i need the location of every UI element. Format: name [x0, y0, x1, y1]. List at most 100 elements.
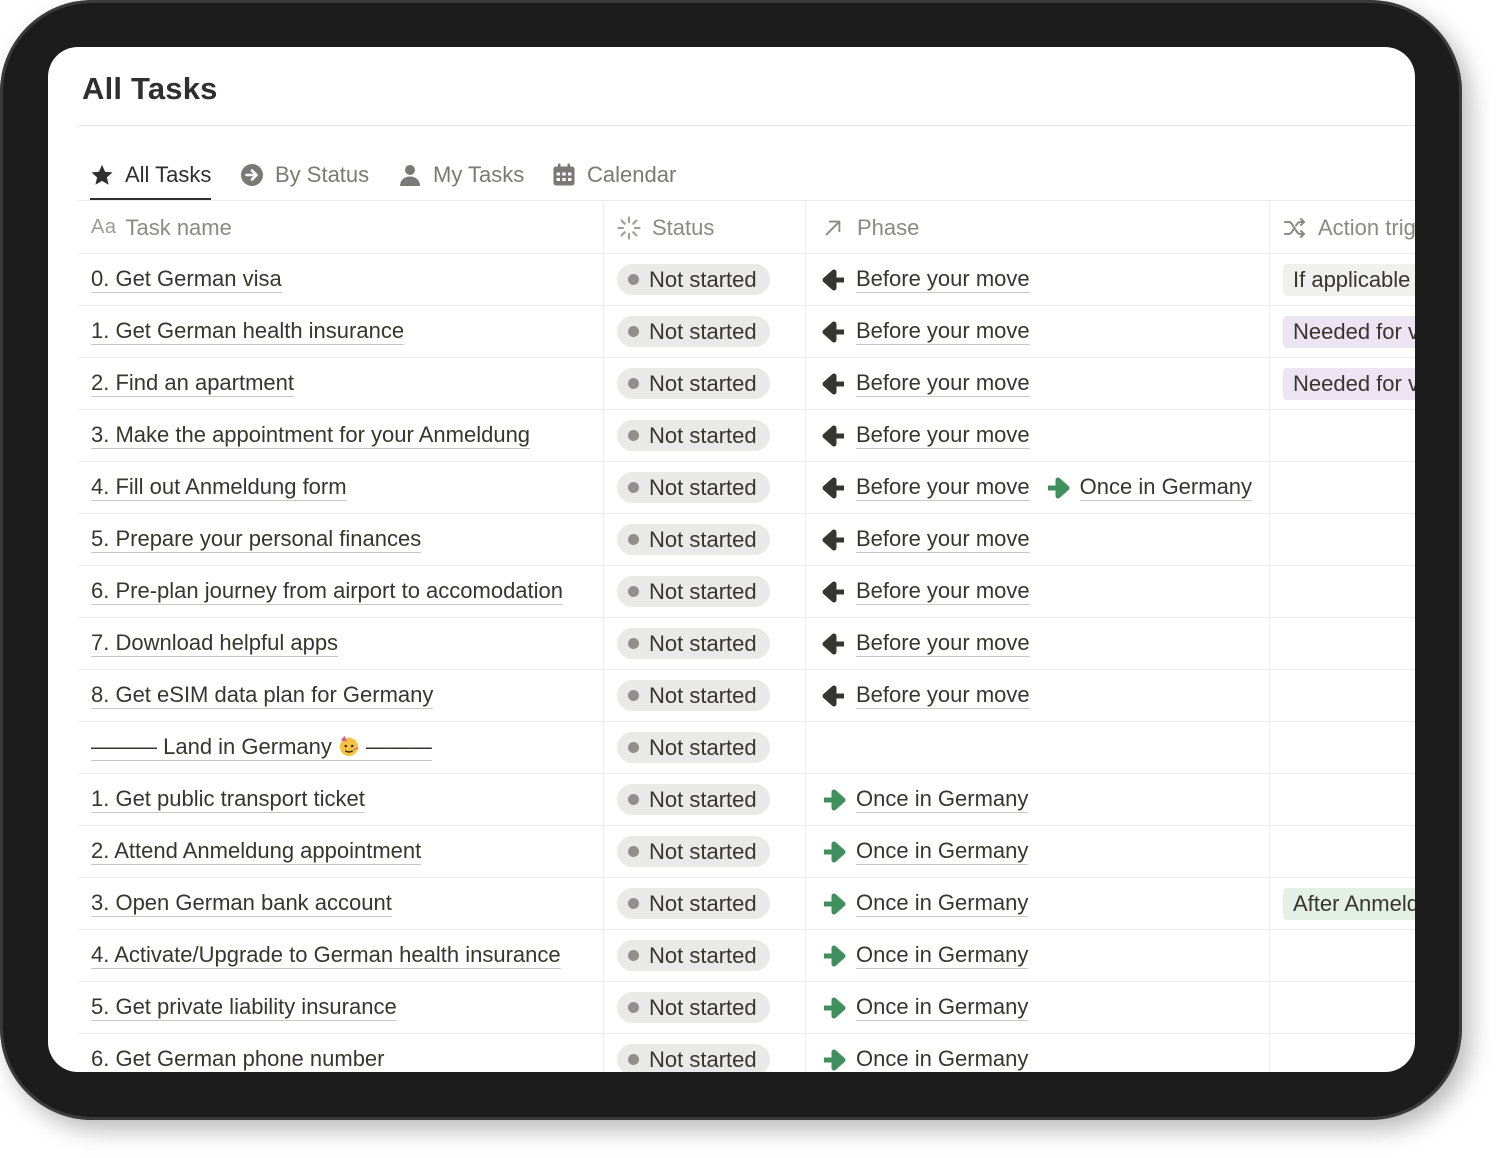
column-header-status[interactable]: Status	[604, 202, 806, 253]
phase-cell[interactable]: Before your move	[806, 514, 1270, 565]
column-header-phase[interactable]: Phase	[806, 202, 1270, 253]
status-cell[interactable]: Not started	[604, 566, 806, 617]
table-row[interactable]: 6. Get German phone number Not started Onc…	[78, 1034, 1415, 1072]
table-row[interactable]: 2. Attend Anmeldung appointment Not start…	[78, 826, 1415, 878]
status-badge[interactable]: Not started	[617, 784, 770, 815]
action-trigger-cell[interactable]	[1270, 514, 1415, 565]
status-cell[interactable]: Not started	[604, 982, 806, 1033]
phase-relation[interactable]: Once in Germany	[822, 890, 1029, 917]
phase-cell[interactable]: Before your move	[806, 410, 1270, 461]
tab-by-status[interactable]: By Status	[240, 151, 369, 199]
status-badge[interactable]: Not started	[617, 264, 770, 295]
action-trigger-cell[interactable]	[1270, 1034, 1415, 1072]
status-badge[interactable]: Not started	[617, 316, 770, 347]
phase-cell[interactable]: Once in Germany	[806, 982, 1270, 1033]
phase-cell[interactable]: Before your move	[806, 306, 1270, 357]
column-header-action-trigger[interactable]: Action trig	[1270, 202, 1415, 253]
status-badge[interactable]: Not started	[617, 628, 770, 659]
table-row[interactable]: 6. Pre-plan journey from airport to acco…	[78, 566, 1415, 618]
action-trigger-cell[interactable]	[1270, 982, 1415, 1033]
status-cell[interactable]: Not started	[604, 462, 806, 513]
status-cell[interactable]: Not started	[604, 410, 806, 461]
phase-cell[interactable]: Before your move	[806, 670, 1270, 721]
tab-calendar[interactable]: Calendar	[552, 151, 676, 199]
action-trigger-cell[interactable]	[1270, 566, 1415, 617]
table-row[interactable]: 0. Get German visa Not started Before your…	[78, 254, 1415, 306]
phase-relation[interactable]: Once in Germany	[822, 994, 1029, 1021]
task-name-link[interactable]: 1. Get German health insurance	[91, 318, 405, 345]
status-badge[interactable]: Not started	[617, 836, 770, 867]
phase-relation[interactable]: Before your move	[822, 578, 1030, 605]
phase-relation[interactable]: Before your move	[822, 422, 1030, 449]
task-name-link[interactable]: 6. Get German phone number	[91, 1046, 385, 1072]
phase-cell[interactable]: Before your move	[806, 254, 1270, 305]
table-row[interactable]: 4. Fill out Anmeldung form Not started Bef…	[78, 462, 1415, 514]
phase-cell[interactable]: Before your move	[806, 358, 1270, 409]
phase-relation[interactable]: Before your move	[822, 266, 1030, 293]
phase-cell[interactable]: Once in Germany	[806, 930, 1270, 981]
phase-relation[interactable]: Before your move	[822, 526, 1030, 553]
status-badge[interactable]: Not started	[617, 524, 770, 555]
task-name-link[interactable]: 2. Find an apartment	[91, 370, 295, 397]
status-cell[interactable]: Not started	[604, 306, 806, 357]
action-trigger-cell[interactable]: If applicable	[1270, 254, 1415, 305]
action-trigger-cell[interactable]	[1270, 826, 1415, 877]
table-row[interactable]: 1. Get German health insurance Not starte…	[78, 306, 1415, 358]
task-name-link[interactable]: 3. Make the appointment for your Anmeldu…	[91, 422, 531, 449]
action-trigger-cell[interactable]: Needed for v	[1270, 306, 1415, 357]
status-badge[interactable]: Not started	[617, 420, 770, 451]
status-cell[interactable]: Not started	[604, 722, 806, 773]
action-trigger-cell[interactable]	[1270, 722, 1415, 773]
status-badge[interactable]: Not started	[617, 472, 770, 503]
task-name-link[interactable]: 5. Get private liability insurance	[91, 994, 397, 1021]
phase-cell[interactable]: Once in Germany	[806, 826, 1270, 877]
status-cell[interactable]: Not started	[604, 878, 806, 929]
phase-cell[interactable]	[806, 722, 1270, 773]
status-cell[interactable]: Not started	[604, 930, 806, 981]
action-trigger-cell[interactable]	[1270, 930, 1415, 981]
phase-relation[interactable]: Before your move	[822, 318, 1030, 345]
status-cell[interactable]: Not started	[604, 618, 806, 669]
table-row[interactable]: 5. Prepare your personal finances Not sta…	[78, 514, 1415, 566]
status-cell[interactable]: Not started	[604, 826, 806, 877]
phase-relation[interactable]: Before your move	[822, 370, 1030, 397]
column-header-task-name[interactable]: Aa Task name	[78, 202, 604, 253]
task-name-link[interactable]: 7. Download helpful apps	[91, 630, 339, 657]
status-badge[interactable]: Not started	[617, 940, 770, 971]
table-row[interactable]: 3. Open German bank account Not started On…	[78, 878, 1415, 930]
table-row[interactable]: 4. Activate/Upgrade to German health ins…	[78, 930, 1415, 982]
table-row[interactable]: 8. Get eSIM data plan for Germany Not sta…	[78, 670, 1415, 722]
task-name-link[interactable]: 4. Activate/Upgrade to German health ins…	[91, 942, 561, 969]
action-trigger-cell[interactable]	[1270, 462, 1415, 513]
status-cell[interactable]: Not started	[604, 358, 806, 409]
phase-relation[interactable]: Before your move	[822, 682, 1030, 709]
table-row[interactable]: 5. Get private liability insurance Not st…	[78, 982, 1415, 1034]
task-name-link[interactable]: 8. Get eSIM data plan for Germany	[91, 682, 434, 709]
action-trigger-cell[interactable]: After Anmeld	[1270, 878, 1415, 929]
task-name-link[interactable]: 5. Prepare your personal finances	[91, 526, 422, 553]
phase-cell[interactable]: Before your move Once in Germany	[806, 462, 1270, 513]
task-name-link[interactable]: 0. Get German visa	[91, 266, 282, 293]
status-badge[interactable]: Not started	[617, 992, 770, 1023]
phase-cell[interactable]: Before your move	[806, 618, 1270, 669]
phase-cell[interactable]: Once in Germany	[806, 774, 1270, 825]
phase-relation[interactable]: Before your move	[822, 630, 1030, 657]
action-trigger-cell[interactable]	[1270, 618, 1415, 669]
tab-all-tasks[interactable]: All Tasks	[90, 151, 212, 201]
task-name-link[interactable]: 2. Attend Anmeldung appointment	[91, 838, 422, 865]
task-name-link[interactable]: 4. Fill out Anmeldung form	[91, 474, 347, 501]
status-badge[interactable]: Not started	[617, 576, 770, 607]
task-name-link[interactable]: 3. Open German bank account	[91, 890, 392, 917]
action-trigger-cell[interactable]	[1270, 410, 1415, 461]
action-trigger-cell[interactable]	[1270, 774, 1415, 825]
task-name-link[interactable]: 6. Pre-plan journey from airport to acco…	[91, 578, 564, 605]
action-trigger-cell[interactable]	[1270, 670, 1415, 721]
action-trigger-cell[interactable]: Needed for v	[1270, 358, 1415, 409]
task-name-link[interactable]: 1. Get public transport ticket	[91, 786, 365, 813]
status-badge[interactable]: Not started	[617, 368, 770, 399]
phase-relation[interactable]: Once in Germany	[822, 838, 1029, 865]
status-cell[interactable]: Not started	[604, 254, 806, 305]
tab-my-tasks[interactable]: My Tasks	[398, 151, 524, 199]
table-row[interactable]: 3. Make the appointment for your Anmeldu…	[78, 410, 1415, 462]
status-badge[interactable]: Not started	[617, 732, 770, 763]
